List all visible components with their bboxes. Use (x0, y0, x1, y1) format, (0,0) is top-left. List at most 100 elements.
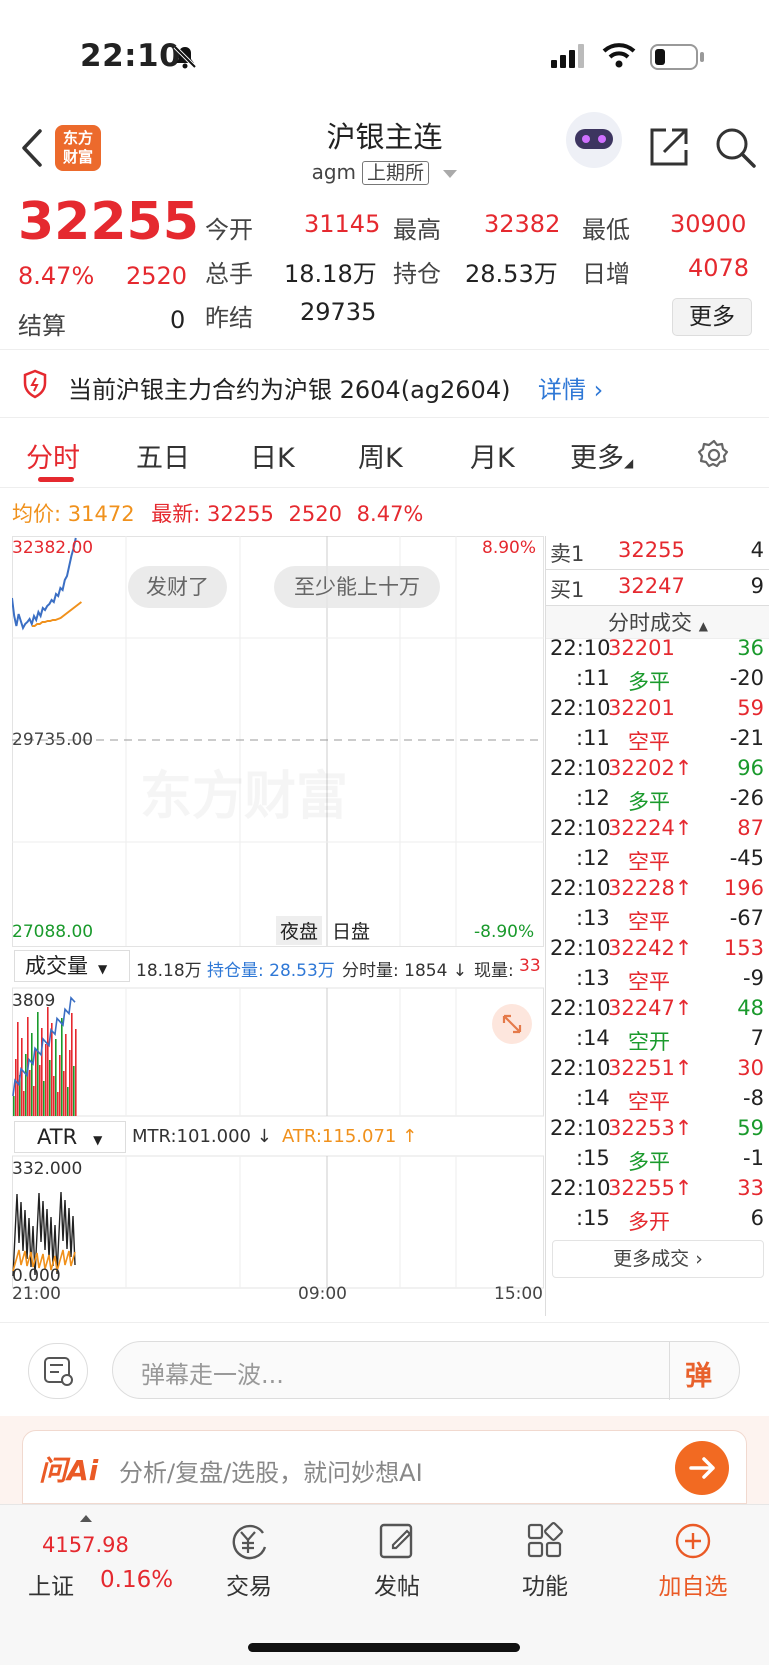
trade-price: 32228↑ (608, 876, 693, 900)
danmaku-bubble: 发财了 (128, 566, 227, 608)
index-value: 4157.98 (42, 1533, 129, 1557)
nav-functions[interactable]: 功能 (500, 1521, 590, 1601)
wifi-icon (602, 43, 636, 68)
volume-bar (13, 1096, 15, 1116)
trade-time: :11 (576, 726, 610, 750)
volume-bar (15, 1059, 17, 1116)
current-volume: 33 (519, 956, 541, 976)
intraday-chart[interactable]: 东方财富 32382.00 29735.00 27088.00 8.90% -8… (12, 536, 544, 1304)
trade-volume: -45 (729, 846, 764, 870)
notice-text: 当前沪银主力合约为沪银 2604(ag2604) (68, 376, 511, 404)
trade-volume: 48 (737, 996, 764, 1020)
volume-bar (21, 1038, 23, 1116)
trade-time: :11 (576, 666, 610, 690)
header: 东方 财富 沪银主连 agm 上期所 (0, 110, 769, 192)
tab-more[interactable]: 更多◢ (570, 436, 633, 475)
battery-icon (650, 44, 704, 70)
volume-max: 3809 (12, 991, 56, 1011)
current-volume-label: 现量: (474, 961, 514, 981)
trade-row: :15 多平 -1 (546, 1146, 769, 1178)
ai-input-bar[interactable]: 问Ai 分析/复盘/选股，就问妙想AI (22, 1430, 747, 1504)
trade-row: :12 多平 -26 (546, 786, 769, 818)
trade-volume: -9 (743, 966, 764, 990)
trade-time: 22:10 (550, 996, 611, 1020)
trade-time: 22:10 (550, 876, 611, 900)
tab-five-day[interactable]: 五日 (136, 436, 190, 475)
tab-day-k[interactable]: 日K (250, 436, 295, 475)
settle-label: 结算 (18, 312, 66, 340)
tab-intraday[interactable]: 分时 (26, 436, 80, 475)
tab-week-k[interactable]: 周K (358, 436, 403, 475)
edit-icon (379, 1523, 413, 1559)
trade-row: 22:10 32242↑ 153 (546, 936, 769, 968)
notice-detail-link[interactable]: 详情 › (538, 370, 603, 405)
danmaku-send-button[interactable]: 弹 (685, 1354, 712, 1393)
volume-bar (23, 1091, 25, 1116)
danmaku-list-button[interactable] (28, 1343, 88, 1399)
daily-increase-label: 日增 (582, 260, 630, 288)
trade-price: 32251↑ (608, 1056, 693, 1080)
volume-bar (47, 1007, 49, 1116)
volume-value: 18.18万 (284, 260, 377, 288)
volume-bar (33, 1086, 35, 1116)
trade-price: 空平 (628, 970, 670, 994)
volume-bar (37, 1012, 39, 1116)
trade-volume: 33 (737, 1176, 764, 1200)
more-trades-button[interactable]: 更多成交 › (552, 1240, 764, 1278)
nav-post[interactable]: 发帖 (352, 1521, 442, 1601)
trade-volume: -26 (729, 786, 764, 810)
danmaku-input[interactable]: 弹幕走一波... 弹 (112, 1341, 740, 1400)
trade-price: 空平 (628, 850, 670, 874)
trade-time: 22:10 (550, 1056, 611, 1080)
day-session-toggle[interactable]: 日盘 (328, 916, 374, 945)
index-ticker[interactable]: 4157.98 上证 0.16% (18, 1511, 173, 1601)
trade-price: 32255↑ (608, 1176, 693, 1200)
status-bar: 22:10 (0, 0, 769, 110)
trade-row: :11 多平 -20 (546, 666, 769, 698)
tab-month-k[interactable]: 月K (470, 436, 515, 475)
atr-max: 332.000 (12, 1159, 83, 1179)
x-axis-mid: 09:00 (298, 1284, 347, 1304)
trade-price: 32242↑ (608, 936, 693, 960)
volume-bar (49, 1060, 51, 1116)
night-session-toggle[interactable]: 夜盘 (276, 916, 323, 945)
nav-trade[interactable]: 交易 (204, 1521, 294, 1601)
watermark: 东方财富 (140, 754, 348, 829)
trade-time: :12 (576, 846, 610, 870)
atr-indicator-select[interactable]: ATR ▼ (14, 1121, 126, 1153)
trades-header[interactable]: 分时成交 ▲ (546, 605, 769, 639)
active-tab-indicator (38, 477, 74, 482)
main-contract-notice: 当前沪银主力合约为沪银 2604(ag2604) 详情 › (0, 350, 769, 418)
trade-row: :11 空平 -21 (546, 726, 769, 758)
trade-row: 22:10 32228↑ 196 (546, 876, 769, 908)
search-icon[interactable] (714, 126, 758, 170)
pct-axis-bottom: -8.90% (474, 922, 535, 942)
settings-gear-icon[interactable] (697, 438, 731, 472)
settle-value: 0 (170, 306, 186, 334)
low-value: 30900 (670, 210, 747, 238)
trade-volume: 59 (737, 696, 764, 720)
last-price: 32255 (18, 192, 199, 252)
ai-send-button[interactable] (675, 1441, 729, 1495)
trade-volume: 87 (737, 816, 764, 840)
volume-bar (63, 1071, 65, 1116)
volume-bar (67, 1087, 69, 1116)
dropdown-caret-icon (443, 169, 458, 178)
trade-price: 32253↑ (608, 1116, 693, 1140)
open-interest-label: 持仓 (393, 260, 441, 288)
y-axis-top: 32382.00 (12, 538, 94, 558)
share-icon[interactable] (648, 126, 690, 168)
trade-volume: 59 (737, 1116, 764, 1140)
pct-axis-top: 8.90% (482, 538, 537, 558)
more-quote-button[interactable]: 更多 (672, 298, 752, 336)
expand-icon[interactable] (492, 1004, 532, 1044)
nav-add-watchlist[interactable]: 加自选 (648, 1521, 738, 1601)
robot-avatar[interactable] (566, 112, 622, 168)
bottom-nav: 4157.98 上证 0.16% 交易 发帖 功能 加自选 (0, 1504, 769, 1665)
volume-bar (45, 1044, 47, 1116)
trade-time: :14 (576, 1086, 610, 1110)
quote-panel: 32255 8.47% 2520 结算 0 今开 31145 最高 32382 … (0, 192, 769, 350)
volume-indicator-select[interactable]: 成交量 ▼ (14, 950, 130, 982)
trade-time: :15 (576, 1146, 610, 1170)
trade-price: 多开 (628, 1210, 670, 1234)
